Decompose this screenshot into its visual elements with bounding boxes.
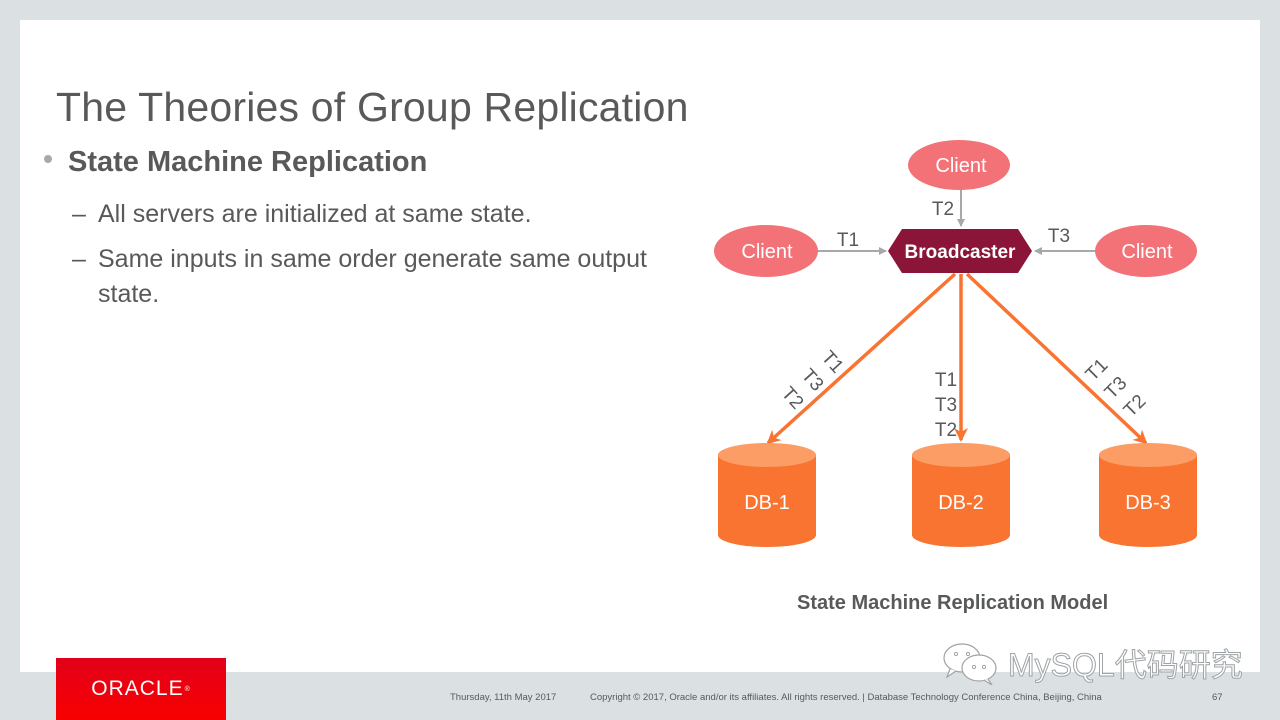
database-db2: DB-2	[912, 443, 1010, 547]
page-number: 67	[1212, 692, 1223, 703]
db1-order-labels: T3	[797, 365, 827, 396]
order-label: T1	[935, 370, 957, 391]
client-left-node: Client	[714, 225, 818, 277]
database-db1: DB-1	[718, 443, 816, 547]
db1-order-labels: T2	[777, 383, 807, 414]
client-top-node: Client	[908, 140, 1010, 190]
client-label: Client	[935, 155, 987, 177]
arrow-to-db3	[965, 272, 1148, 445]
client-label: Client	[1121, 241, 1173, 263]
wechat-icon	[943, 643, 997, 685]
database-db3: DB-3	[1099, 443, 1197, 547]
db1-order-labels: T1	[817, 347, 847, 378]
oracle-logo: ORACLE ®	[56, 658, 226, 720]
order-label: T2	[935, 420, 957, 441]
order-label: T2	[777, 383, 807, 414]
db3-order-labels: T2	[1120, 391, 1151, 422]
watermark: MySQL代码研究	[942, 640, 1243, 686]
arrow-to-db1	[766, 272, 957, 445]
registered-mark-icon: ®	[184, 685, 191, 693]
client-right-node: Client	[1095, 225, 1197, 277]
db-label: DB-1	[744, 492, 790, 514]
input-label-t1: T1	[837, 230, 859, 251]
oracle-logo-text: ORACLE	[91, 677, 184, 700]
order-label: T1	[817, 347, 847, 378]
broadcaster-label: Broadcaster	[905, 242, 1016, 263]
client-label: Client	[741, 241, 793, 263]
footer-date: Thursday, 11th May 2017	[450, 692, 557, 703]
input-label-t2: T2	[932, 199, 954, 220]
broadcaster-node: Broadcaster	[888, 229, 1032, 273]
order-label: T3	[797, 365, 827, 396]
db-label: DB-3	[1125, 492, 1171, 514]
db-label: DB-2	[938, 492, 984, 514]
watermark-text: MySQL代码研究	[1008, 647, 1244, 684]
order-label: T3	[935, 395, 957, 416]
input-label-t3: T3	[1048, 226, 1070, 247]
footer-copyright: Copyright © 2017, Oracle and/or its affi…	[590, 692, 1102, 703]
order-label: T2	[1120, 391, 1151, 422]
diagram-caption: State Machine Replication Model	[797, 592, 1109, 614]
